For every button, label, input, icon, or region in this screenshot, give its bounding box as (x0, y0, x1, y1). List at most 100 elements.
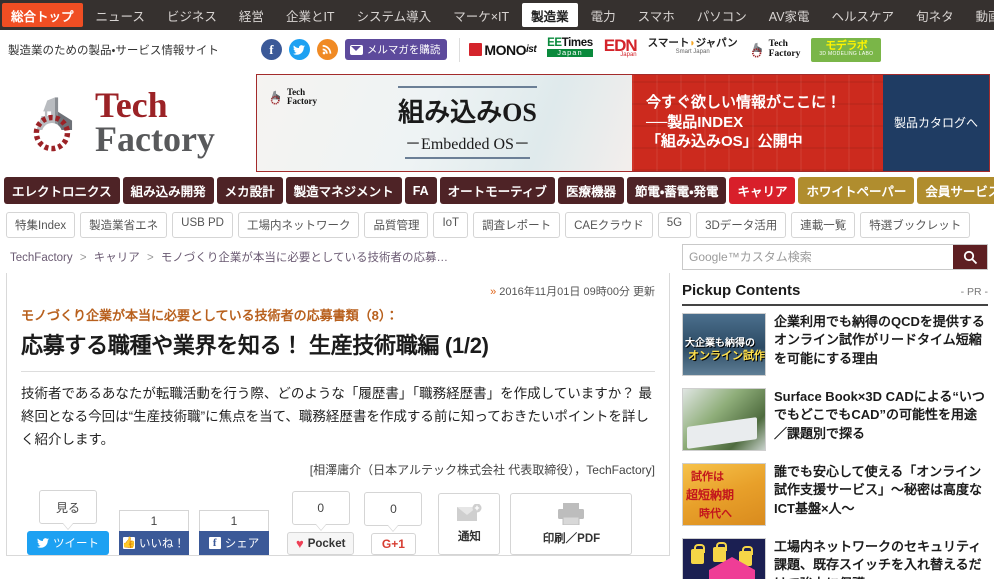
mailmagazine-subscribe-button[interactable]: メルマガを購読 (344, 39, 448, 60)
subnav-item-quality-management[interactable]: 品質管理 (364, 212, 429, 238)
banner-cta-button[interactable]: 製品カタログへ (883, 74, 989, 171)
subnav-item-series-list[interactable]: 連載一覧 (791, 212, 856, 238)
logo-line-tech: Tech (95, 84, 168, 125)
cat-item-member-service[interactable]: 会員サービス (917, 177, 994, 204)
search-input[interactable] (683, 245, 953, 269)
gplus-count-bubble: 0 (364, 492, 423, 527)
cat-item-medical-devices[interactable]: 医療機器 (557, 177, 624, 204)
cat-item-energy[interactable]: 節電・蓄電・発電 (626, 177, 727, 204)
global-navigation: 総合トップ ニュース ビジネス 経営 企業とIT システム導入 マーケ×IT 製… (0, 0, 994, 30)
subnav-item-usb-pd[interactable]: USB PD (172, 212, 233, 238)
subnav-item-feature-index[interactable]: 特集Index (6, 212, 76, 238)
pickup-item[interactable]: 工場内ネットワークのセキュリティ課題、既存スイッチを入れ替えるだけで強力に保護 (682, 531, 988, 579)
facebook-f-icon: f (208, 537, 221, 550)
gnav-item-topics[interactable]: 旬ネタ (905, 0, 965, 30)
logo-line-factory: Factory (95, 118, 215, 159)
sub-navigation: 特集Index 製造業省エネ USB PD 工場内ネットワーク 品質管理 IoT… (0, 208, 994, 244)
pickup-thumbnail: 大企業も納得の オンライン試作 (682, 313, 766, 376)
subnav-item-survey-report[interactable]: 調査レポート (473, 212, 561, 238)
divider (459, 37, 461, 62)
gnav-item-video[interactable]: 動画 (965, 0, 994, 30)
cat-label: 医療機器 (565, 185, 616, 199)
update-arrow-icon: » (490, 286, 497, 298)
gnav-item-marketing-it[interactable]: マーケ×IT (442, 0, 520, 30)
sidebar: Pickup Contents - PR - 大企業も納得の オンライン試作 企… (682, 244, 988, 579)
monoist-mark (469, 43, 483, 56)
gnav-item-business[interactable]: ビジネス (156, 0, 228, 30)
gnav-item-healthcare[interactable]: ヘルスケア (821, 0, 906, 30)
cat-label: メカ設計 (224, 185, 275, 199)
facebook-icon[interactable]: f (260, 39, 282, 60)
gnav-item-manufacturing[interactable]: 製造業 (522, 3, 578, 27)
moderabo-sub: 3D MODELING LABO (819, 51, 874, 58)
pickup-item[interactable]: Surface Book×3D CADによる“いつでもどこでもCAD”の可能性を… (682, 381, 988, 456)
subnav-item-energy-saving[interactable]: 製造業省エネ (80, 212, 168, 238)
search-button[interactable] (953, 245, 987, 269)
subnav-label: 5G (666, 217, 683, 229)
pocket-label: Pocket (307, 537, 346, 550)
rss-icon[interactable] (316, 39, 338, 60)
pocket-button[interactable]: ♥ Pocket (287, 532, 355, 556)
tweet-label: ツイート (53, 538, 99, 551)
search-icon (963, 250, 977, 264)
notify-button[interactable]: 通知 (438, 493, 501, 556)
breadcrumb: TechFactory > キャリア > モノづくり企業が本当に必要としている技… (6, 244, 670, 273)
subnav-item-iot[interactable]: IoT (433, 212, 469, 238)
pickup-item[interactable]: 大企業も納得の オンライン試作 企業利用でも納得のQCDを提供するオンライン試作… (682, 306, 988, 381)
logo-edn-japan[interactable]: EDN Japan (604, 36, 638, 62)
logo-moderabo[interactable]: モデラボ 3D MODELING LABO (811, 37, 882, 62)
cat-item-fa[interactable]: FA (404, 177, 437, 204)
cat-item-career[interactable]: キャリア (729, 177, 796, 204)
thumb-line2: オンライン試作 (688, 350, 765, 362)
gplus-count: 0 (390, 502, 397, 517)
gnav-item-enterprise-it[interactable]: 企業とIT (275, 0, 346, 30)
gnav-label: マーケ×IT (453, 9, 510, 24)
gnav-item-power[interactable]: 電力 (580, 0, 627, 30)
cat-item-manufacturing-management[interactable]: 製造マネジメント (285, 177, 402, 204)
site-logo[interactable]: Tech Factory (4, 84, 256, 159)
gnav-label: スマホ (637, 9, 675, 24)
pocket-icon: ♥ (296, 536, 304, 552)
gnav-item-top[interactable]: 総合トップ (2, 3, 83, 27)
gplus-button[interactable]: G+1 (370, 533, 416, 556)
masthead: Tech Factory Tech Factory 組み込みOS －Embedd… (0, 70, 994, 175)
print-pdf-button[interactable]: 印刷／PDF (510, 493, 633, 556)
subnav-item-booklet[interactable]: 特選ブックレット (860, 212, 971, 238)
article-headline: 応募する職種や業界を知る！ 生産技術職編 (1/2) (21, 333, 489, 358)
cat-item-embedded[interactable]: 組み込み開発 (122, 177, 214, 204)
cat-label: オートモーティブ (447, 185, 547, 199)
facebook-like-button[interactable]: 👍 いいね！ (119, 531, 189, 556)
cat-item-electronics[interactable]: エレクトロニクス (4, 177, 120, 204)
logo-smart-japan[interactable]: スマート◗ジャパン Smart Japan (648, 37, 738, 62)
facebook-share-button[interactable]: f シェア (199, 531, 269, 556)
pocket-count: 0 (317, 501, 325, 516)
logo-monoist[interactable]: MONO ist (469, 38, 537, 62)
breadcrumb-section[interactable]: キャリア (94, 252, 140, 264)
cat-item-mechanical-design[interactable]: メカ設計 (216, 177, 283, 204)
gnav-item-news[interactable]: ニュース (85, 0, 156, 30)
breadcrumb-root[interactable]: TechFactory (10, 252, 73, 264)
gnav-item-smartphone[interactable]: スマホ (627, 0, 686, 30)
subnav-item-5g[interactable]: 5G (657, 212, 692, 238)
logo-techfactory-small[interactable]: Tech Factory (749, 38, 800, 62)
gnav-item-management[interactable]: 経営 (228, 0, 275, 30)
tweet-button[interactable]: ツイート (27, 531, 109, 556)
twitter-icon[interactable] (288, 39, 310, 60)
subnav-item-3d-data[interactable]: 3Dデータ活用 (696, 212, 787, 238)
search-box (682, 244, 988, 270)
article-lead: 技術者であるあなたが転職活動を行う際、どのような「履歴書」「職務経歴書」を作成し… (21, 385, 652, 448)
gnav-item-pc[interactable]: パソコン (686, 0, 758, 30)
thumb-line3: 時代へ (699, 508, 732, 520)
logo-eetimes-japan[interactable]: EETimes Japan (547, 37, 593, 62)
pickup-item[interactable]: 試作は 超短納期 時代へ 誰でも安心して使える「オンライン試作支援サービス」～秘… (682, 456, 988, 531)
factory-gear-logo-glyph (33, 96, 73, 151)
subnav-item-factory-network[interactable]: 工場内ネットワーク (237, 212, 360, 238)
gnav-item-av[interactable]: AV家電 (758, 0, 821, 30)
cat-item-automotive[interactable]: オートモーティブ (439, 177, 555, 204)
gnav-item-system[interactable]: システム導入 (346, 0, 443, 30)
subnav-item-cae-cloud[interactable]: CAEクラウド (565, 212, 653, 238)
breadcrumb-current: モノづくり企業が本当に必要としている技術者の応募… (160, 252, 449, 264)
header-banner-ad[interactable]: Tech Factory 組み込みOS －Embedded OS－ 今すぐ欲しい… (256, 73, 990, 172)
cat-item-whitepaper[interactable]: ホワイトペーパー (798, 177, 915, 204)
tweet-count-bubble: 見る (39, 490, 97, 525)
